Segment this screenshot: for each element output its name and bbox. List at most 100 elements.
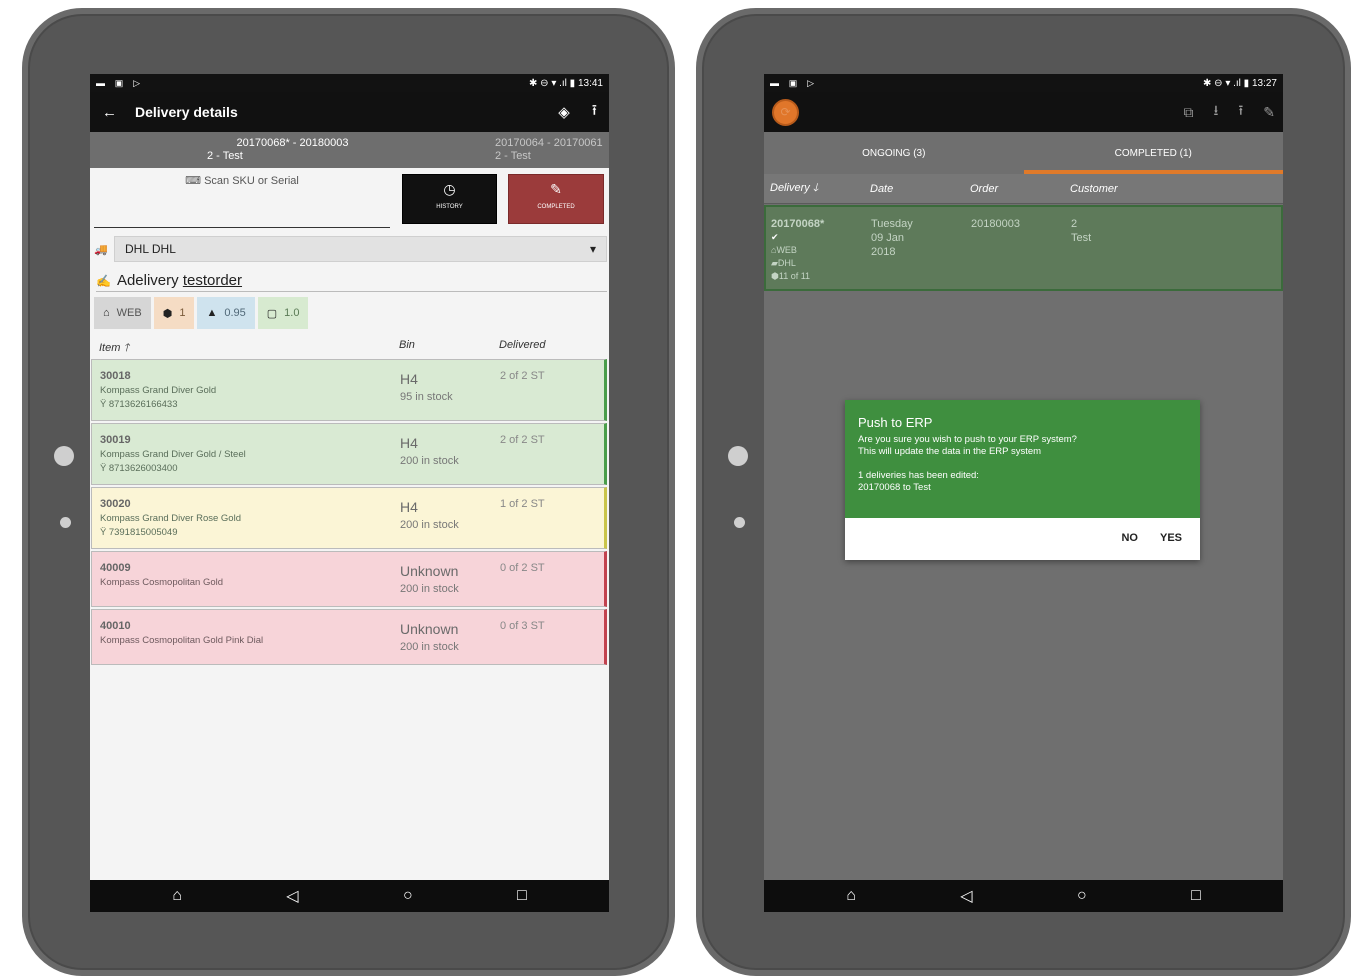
item-delivered: 0 of 3 ST bbox=[500, 620, 545, 632]
customer-id: 2 bbox=[1071, 218, 1078, 230]
upload-icon[interactable]: ⭱ bbox=[1238, 100, 1243, 124]
status-bar: ▬ ▣ ▷ ✱ ⊖ ▾ .ıl ▮ 13:27 bbox=[764, 74, 1283, 92]
table-row[interactable]: 30019 Kompass Grand Diver Gold / Steel Ϋ… bbox=[91, 423, 607, 485]
push-erp-dialog: Push to ERP Are you sure you wish to pus… bbox=[845, 400, 1200, 560]
bin-column-header[interactable]: Bin bbox=[399, 339, 499, 357]
order-tags: ⌂ WEB ⬢ 1 ▲ 0.95 ▢ 1.0 bbox=[94, 297, 609, 329]
back-icon[interactable]: ◁ bbox=[286, 886, 298, 906]
status-left-icons: ▬ ▣ ▷ bbox=[96, 78, 147, 89]
item-column-header[interactable]: Item 🡑 bbox=[99, 339, 399, 357]
item-stock: 200 in stock bbox=[400, 641, 459, 653]
back-icon[interactable]: ◁ bbox=[960, 886, 972, 906]
dialog-body: Push to ERP Are you sure you wish to pus… bbox=[845, 400, 1200, 518]
order-switcher[interactable]: 20170068* - 20180003 2 - Test 20170064 -… bbox=[90, 132, 609, 168]
carrier-select[interactable]: DHL DHL ▾ bbox=[114, 236, 607, 262]
android-nav-bar: ⌂ ◁ ○ □ bbox=[90, 880, 609, 912]
upload-icon[interactable]: ⭱ bbox=[592, 100, 597, 125]
date-value: 09 Jan bbox=[871, 232, 905, 244]
table-row[interactable]: 40010 Kompass Cosmopolitan Gold Pink Dia… bbox=[91, 609, 607, 665]
delivery-cell: 20170068* ✔ ⌂WEB ▰DHL ⬢11 of 11 bbox=[771, 217, 824, 283]
item-description: Kompass Cosmopolitan Gold Pink Dial bbox=[100, 635, 264, 646]
scan-row: ⌨ Scan SKU or Serial ◷ HISTORY ✎ COMPLET… bbox=[90, 168, 609, 228]
current-order[interactable]: 20170068* - 20180003 2 - Test bbox=[90, 132, 495, 168]
item-description: Kompass Grand Diver Rose Gold bbox=[100, 513, 241, 524]
item-delivered: 0 of 2 ST bbox=[500, 562, 545, 574]
order-name[interactable]: ✍ Adelivery testorder bbox=[96, 272, 607, 292]
item-description: Kompass Cosmopolitan Gold bbox=[100, 577, 224, 588]
date-year: 2018 bbox=[871, 246, 896, 258]
next-order[interactable]: 20170064 - 20170061 2 - Test bbox=[495, 132, 609, 168]
customer-cell: 2 Test bbox=[1071, 217, 1091, 245]
customer-column-header[interactable]: Customer bbox=[1070, 183, 1118, 195]
truck-icon: 🚚 bbox=[94, 243, 108, 256]
right-tablet-frame: ▬ ▣ ▷ ✱ ⊖ ▾ .ıl ▮ 13:27 ⟳ ⧉ ⭳ ⭱ ✎ ONGOIN… bbox=[696, 8, 1351, 976]
tab-ongoing[interactable]: ONGOING (3) bbox=[764, 132, 1024, 174]
list-item[interactable]: 20170068* ✔ ⌂WEB ▰DHL ⬢11 of 11 Tuesday … bbox=[764, 205, 1283, 291]
status-time: 13:27 bbox=[1251, 77, 1277, 89]
home-triangle-icon[interactable]: ⌂ bbox=[172, 887, 182, 905]
web-tag-label: WEB bbox=[116, 307, 142, 319]
play-icon: ▷ bbox=[133, 77, 140, 88]
table-row[interactable]: 40009 Kompass Cosmopolitan Gold Unknown … bbox=[91, 551, 607, 607]
status-bar: ▬ ▣ ▷ ✱ ⊖ ▾ .ıl ▮ 13:41 bbox=[90, 74, 609, 92]
item-ean: 8713626166433 bbox=[108, 399, 178, 410]
weight-value: 0.95 bbox=[224, 307, 246, 319]
carrier-label: DHL bbox=[777, 258, 796, 268]
next-order-numbers: 20170064 - 20170061 bbox=[495, 137, 603, 149]
table-row[interactable]: 30020 Kompass Grand Diver Rose Gold Ϋ 73… bbox=[91, 487, 607, 549]
item-bin: H4 bbox=[400, 499, 418, 515]
notification-icon: ▬ bbox=[770, 77, 779, 88]
sensor-dot bbox=[734, 517, 745, 528]
barcode-icon: Ϋ bbox=[100, 463, 107, 474]
item-code: 30020 bbox=[100, 498, 131, 510]
scan-input[interactable]: ⌨ Scan SKU or Serial bbox=[94, 174, 390, 228]
delivered-column-header[interactable]: Delivered bbox=[499, 339, 545, 357]
date-cell: Tuesday 09 Jan 2018 bbox=[871, 217, 913, 259]
barcode-scanner-icon: ⌨ bbox=[185, 175, 202, 187]
order-name-prefix: Adelivery bbox=[116, 272, 179, 289]
item-description: Kompass Grand Diver Gold bbox=[100, 385, 217, 396]
item-stock: 200 in stock bbox=[400, 455, 459, 467]
order-column-header[interactable]: Order bbox=[970, 183, 1070, 195]
item-bin: Unknown bbox=[400, 563, 459, 579]
order-cell: 20180003 bbox=[971, 218, 1020, 230]
item-delivered: 2 of 2 ST bbox=[500, 434, 545, 446]
item-bin: Unknown bbox=[400, 621, 459, 637]
delivery-number: 20170068* bbox=[771, 218, 825, 230]
yes-button[interactable]: YES bbox=[1160, 532, 1182, 544]
completed-button[interactable]: ✎ COMPLETED bbox=[508, 174, 604, 224]
recents-icon[interactable]: □ bbox=[517, 887, 527, 905]
tag-icon[interactable]: ◈ bbox=[558, 103, 570, 121]
history-button[interactable]: ◷ HISTORY bbox=[402, 174, 497, 224]
back-arrow-icon[interactable]: ← bbox=[102, 104, 117, 121]
wrench-icon[interactable]: ✎ bbox=[1263, 104, 1275, 121]
history-label: HISTORY bbox=[436, 204, 463, 210]
delivery-column-header[interactable]: Delivery 🡓 bbox=[770, 179, 870, 198]
copy-icon[interactable]: ⧉ bbox=[1183, 104, 1193, 121]
dialog-line: 20170068 to Test bbox=[858, 482, 931, 493]
table-row[interactable]: 30018 Kompass Grand Diver Gold Ϋ 8713626… bbox=[91, 359, 607, 421]
pencil-icon: ✎ bbox=[550, 181, 562, 197]
sort-down-icon: 🡓 bbox=[812, 182, 819, 194]
carrier-value: DHL DHL bbox=[125, 242, 176, 256]
date-column-header[interactable]: Date bbox=[870, 183, 970, 195]
dialog-line: 1 deliveries has been edited: bbox=[858, 470, 979, 481]
home-icon[interactable]: ○ bbox=[403, 887, 413, 905]
home-triangle-icon[interactable]: ⌂ bbox=[846, 887, 856, 905]
item-code: 30019 bbox=[100, 434, 131, 446]
app-logo-icon[interactable]: ⟳ bbox=[772, 98, 799, 126]
no-button[interactable]: NO bbox=[1121, 532, 1138, 544]
scan-placeholder: Scan SKU or Serial bbox=[204, 175, 299, 187]
status-right: ✱ ⊖ ▾ .ıl ▮ 13:41 bbox=[529, 78, 603, 89]
item-ean: 7391815005049 bbox=[108, 527, 178, 538]
tab-completed[interactable]: COMPLETED (1) bbox=[1023, 132, 1283, 174]
clock-icon: ◷ bbox=[443, 181, 456, 197]
recents-icon[interactable]: □ bbox=[1191, 887, 1201, 905]
carrier-row: 🚚 DHL DHL ▾ bbox=[94, 236, 607, 262]
home-icon[interactable]: ○ bbox=[1077, 887, 1087, 905]
download-icon[interactable]: ⭳ bbox=[1213, 100, 1218, 124]
signal-icons: ✱ ⊖ ▾ .ıl ▮ bbox=[529, 77, 576, 89]
item-stock: 200 in stock bbox=[400, 583, 459, 595]
box-icon: ⬢ bbox=[771, 271, 779, 281]
item-ean: 8713626003400 bbox=[108, 463, 178, 474]
